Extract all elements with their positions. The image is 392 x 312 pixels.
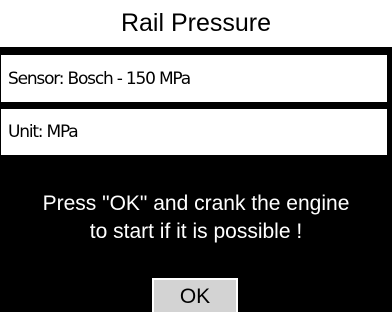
unit-field: Unit: MPa	[1, 109, 387, 155]
ok-button[interactable]: OK	[152, 278, 238, 312]
instruction-message: Press "OK" and crank the engine to start…	[42, 192, 350, 243]
page-title: Rail Pressure	[0, 0, 392, 47]
sensor-field: Sensor: Bosch - 150 MPa	[1, 55, 387, 102]
rail-pressure-screen: Rail Pressure Sensor: Bosch - 150 MPa Un…	[0, 0, 392, 312]
